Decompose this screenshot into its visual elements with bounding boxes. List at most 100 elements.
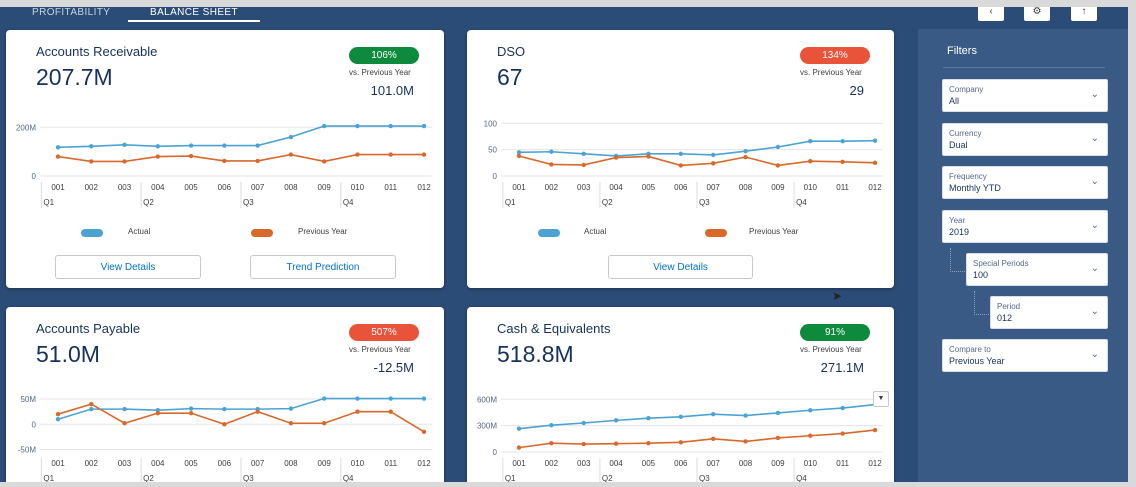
data-point [122,142,127,148]
quarter-label: Q2 [602,474,613,482]
data-point [646,441,651,446]
export-icon[interactable]: ↑ [1071,7,1097,21]
data-point [743,413,748,418]
filter-label: Special Periods [973,259,1029,268]
divider [943,67,1105,68]
chevron-down-icon: ⌄ [1090,349,1099,360]
x-tick-label: 011 [836,183,849,192]
filter-label: Frequency [949,172,987,181]
data-point [421,429,427,435]
quarter-label: Q1 [505,198,516,207]
card-cash-equivalents: Cash & Equivalents 518.8M 91% vs. Previo… [467,307,894,482]
data-point [743,149,748,154]
x-tick-label: 010 [351,183,365,192]
card-title: Accounts Payable [36,321,141,336]
y-tick-label: 50M [20,395,36,404]
quarter-label: Q2 [602,198,613,207]
x-tick-label: 006 [674,459,688,468]
data-point [581,441,586,447]
x-tick-label: 001 [512,183,526,192]
gear-icon[interactable]: ⚙ [1024,7,1050,21]
chart-menu-icon[interactable]: ▼ [873,391,889,407]
filter-company[interactable]: Company All ⌄ [942,79,1108,112]
series-line-previous-year [518,155,876,167]
trend-prediction-button[interactable]: Trend Prediction [250,255,396,279]
data-point [516,153,522,159]
data-point [89,144,94,149]
data-point [678,163,684,168]
x-tick-label: 003 [577,459,591,468]
chart-legend: Actual Previous Year [6,226,444,240]
series-line-previous-year [57,403,425,433]
data-point [288,406,294,411]
filter-value: 100 [973,270,989,280]
vs-label: vs. Previous Year [349,68,411,77]
data-point [613,418,619,423]
legend-swatch-previous [251,229,273,237]
x-tick-label: 009 [318,183,332,192]
view-details-button[interactable]: View Details [55,255,201,279]
card-title: Cash & Equivalents [497,321,611,336]
data-point [288,152,294,157]
top-tab-bar: PROFITABILITY BALANCE SHEET ‹ ⚙ ↑ [0,7,1128,25]
data-point [421,123,427,129]
filter-period[interactable]: Period 012 ⌄ [990,296,1108,329]
data-point [743,154,748,160]
filter-value: 2019 [949,227,970,237]
filter-special-periods[interactable]: Special Periods 100 ⌄ [966,253,1108,286]
y-tick-label: 100 [484,119,498,128]
data-point [155,144,161,149]
x-tick-label: 007 [707,183,721,192]
data-point [288,134,294,140]
x-tick-label: 008 [739,183,753,192]
card-value: 518.8M [497,341,574,367]
filter-value: Dual [949,140,968,150]
data-point [388,123,393,129]
x-tick-label: 009 [318,459,332,468]
chevron-down-icon: ⌄ [1090,263,1099,274]
data-point [678,440,684,445]
data-point [355,409,360,414]
previous-year-value: 29 [849,83,864,98]
data-point [872,138,878,143]
data-point [55,417,61,422]
data-point [549,422,554,428]
x-tick-label: 008 [739,459,753,468]
collapse-icon[interactable]: ‹ [978,7,1004,21]
y-tick-label: 300M [477,422,497,431]
line-chart: 50M 0 -50M 001 002 003 004 005 006 007 008 009 010 01… [18,395,432,482]
y-tick-label: 200M [16,123,36,132]
tab-balance-sheet[interactable]: BALANCE SHEET [128,7,261,22]
quarter-label: Q3 [243,474,254,482]
line-chart: 100 50 0 001 002 003 004 005 006 007 008 009 010 011 0… [484,119,883,208]
data-point [155,154,161,159]
data-point [388,396,393,401]
x-tick-label: 010 [351,459,365,468]
mouse-cursor-icon: ➤ [832,289,843,303]
data-point [808,408,813,413]
card-title: DSO [497,44,526,59]
data-point [222,143,227,148]
previous-year-value: -12.5M [373,360,414,375]
vs-label: vs. Previous Year [800,68,862,77]
chevron-down-icon: ⌄ [1090,220,1099,231]
change-badge: 134% [800,47,870,64]
x-tick-label: 012 [868,183,882,192]
series-line-actual [518,403,876,430]
filter-frequency[interactable]: Frequency Monthly YTD ⌄ [942,166,1108,199]
quarter-label: Q4 [796,474,807,482]
filter-year[interactable]: Year 2019 ⌄ [942,210,1108,243]
filter-currency[interactable]: Currency Dual ⌄ [942,123,1108,156]
legend-swatch-actual [81,229,103,237]
data-point [388,409,393,414]
tab-profitability[interactable]: PROFITABILITY [32,7,110,18]
data-point [840,159,845,164]
filter-compare-to[interactable]: Compare to Previous Year ⌄ [942,339,1108,372]
data-point [222,422,227,427]
data-point [155,410,161,416]
chevron-down-icon: ⌄ [1090,176,1099,187]
card-value: 51.0M [36,341,100,367]
x-tick-label: 001 [512,459,526,468]
view-details-button[interactable]: View Details [608,255,753,279]
filter-value: Monthly YTD [949,183,1001,193]
